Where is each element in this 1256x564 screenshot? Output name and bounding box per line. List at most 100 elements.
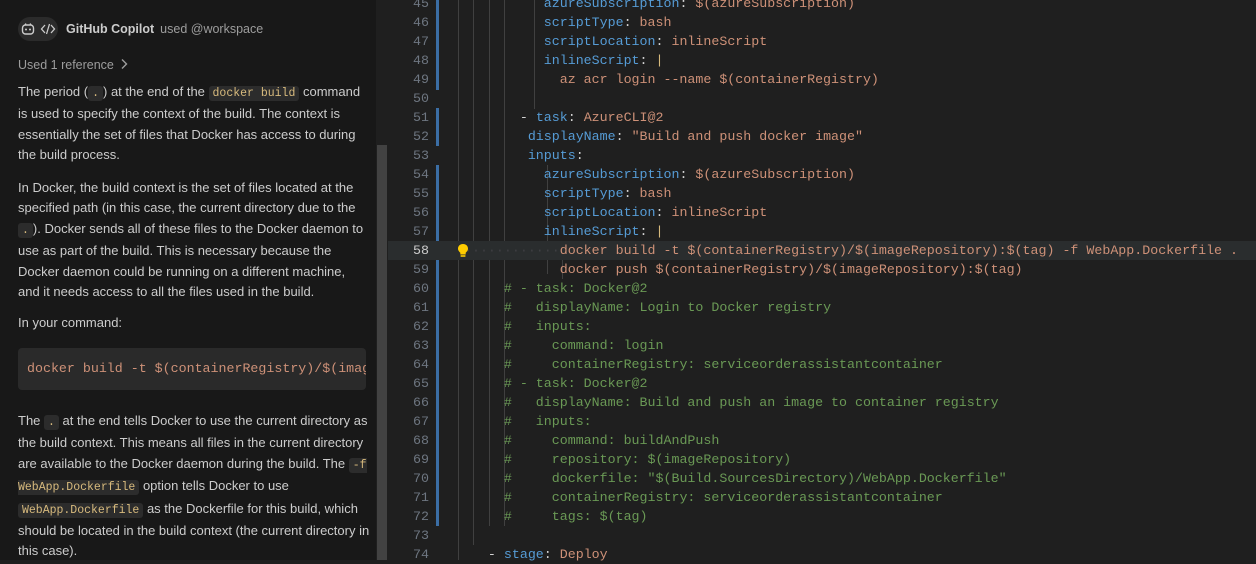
chat-scrollbar[interactable] (376, 0, 388, 560)
chat-paragraph-1: The period (.) at the end of the docker … (18, 82, 370, 166)
inline-code: . (88, 86, 103, 101)
code-line-68[interactable]: 68 # command: buildAndPush (388, 431, 1256, 450)
line-code: # displayName: Login to Docker registry (503, 300, 832, 315)
code-line-74[interactable]: 74 - stage: Deploy (388, 545, 1256, 564)
line-number: 55 (413, 186, 429, 201)
line-code: scriptLocation: inlineScript (543, 205, 768, 220)
inline-code: docker build (208, 86, 300, 101)
line-number: 72 (413, 509, 429, 524)
code-line-61[interactable]: 61 # displayName: Login to Docker regist… (388, 298, 1256, 317)
line-code: # inputs: (503, 414, 592, 429)
line-number: 73 (413, 528, 429, 543)
code-line-64[interactable]: 64 # containerRegistry: serviceorderassi… (388, 355, 1256, 374)
text: ). Docker sends all of these files to th… (18, 220, 364, 300)
code-line-54[interactable]: 54 azureSubscription: $(azureSubscriptio… (388, 165, 1256, 184)
code-line-70[interactable]: 70 # dockerfile: "$(Build.SourcesDirecto… (388, 469, 1256, 488)
line-number: 56 (413, 205, 429, 220)
code-line-71[interactable]: 71 # containerRegistry: serviceorderassi… (388, 488, 1256, 507)
chat-author-name: GitHub Copilot (66, 22, 155, 36)
code-line-69[interactable]: 69 # repository: $(imageRepository) (388, 450, 1256, 469)
chat-paragraph-2: In Docker, the build context is the set … (18, 178, 370, 302)
inline-code: . (44, 415, 59, 430)
inline-code: . (18, 222, 33, 238)
text: option tells Docker to use (139, 478, 289, 494)
code-line-72[interactable]: 72 # tags: $(tag) (388, 507, 1256, 526)
line-code: # displayName: Build and push an image t… (503, 395, 999, 410)
code-line-67[interactable]: 67 # inputs: (388, 412, 1256, 431)
line-number: 49 (413, 72, 429, 87)
used-references-label: Used 1 reference (18, 58, 114, 72)
line-number: 46 (413, 15, 429, 30)
line-code: - stage: Deploy (487, 547, 608, 562)
lightbulb-icon[interactable] (456, 243, 470, 258)
line-number: 64 (413, 357, 429, 372)
line-number: 62 (413, 319, 429, 334)
code-line-57[interactable]: 57 inlineScript: | (388, 222, 1256, 241)
line-number: 45 (413, 0, 429, 11)
chevron-right-icon (120, 57, 128, 73)
text: at the end tells Docker to use the curre… (18, 413, 368, 471)
chat-code-block[interactable]: docker build -t $(containerRegistry)/$(i… (18, 348, 366, 390)
line-code: # - task: Docker@2 (503, 376, 648, 391)
code-line-66[interactable]: 66 # displayName: Build and push an imag… (388, 393, 1256, 412)
line-number: 57 (413, 224, 429, 239)
line-number: 66 (413, 395, 429, 410)
copilot-chat-panel: GitHub Copilot used @workspace Used 1 re… (0, 0, 376, 560)
line-code: # tags: $(tag) (503, 509, 648, 524)
code-line-63[interactable]: 63 # command: login (388, 336, 1256, 355)
code-line-62[interactable]: 62 # inputs: (388, 317, 1256, 336)
code-line-73[interactable]: 73 (388, 526, 1256, 545)
line-number: 67 (413, 414, 429, 429)
used-references-toggle[interactable]: Used 1 reference (18, 57, 128, 73)
line-code: scriptType: bash (543, 15, 672, 30)
line-number: 60 (413, 281, 429, 296)
line-number: 50 (413, 91, 429, 106)
line-code: azureSubscription: $(azureSubscription) (543, 167, 855, 182)
code-line-45[interactable]: 45 azureSubscription: $(azureSubscriptio… (388, 0, 1256, 13)
text: ) at the end of the (103, 84, 209, 99)
code-line-47[interactable]: 47 scriptLocation: inlineScript (388, 32, 1256, 51)
scrollbar-thumb[interactable] (377, 145, 387, 560)
line-code: # command: login (503, 338, 664, 353)
code-line-48[interactable]: 48 inlineScript: | (388, 51, 1256, 70)
line-code: # inputs: (503, 319, 592, 334)
code-line-55[interactable]: 55 scriptType: bash (388, 184, 1256, 203)
line-number: 59 (413, 262, 429, 277)
code-line-60[interactable]: 60 # - task: Docker@2 (388, 279, 1256, 298)
code-line-58[interactable]: 58 ·············docker build -t $(contain… (388, 241, 1256, 260)
line-number: 61 (413, 300, 429, 315)
code-editor[interactable]: 45 azureSubscription: $(azureSubscriptio… (388, 0, 1256, 562)
code-line-53[interactable]: 53 inputs: (388, 146, 1256, 165)
line-code: # containerRegistry: serviceorderassista… (503, 490, 943, 505)
code-icon (38, 17, 58, 41)
line-number: 47 (413, 34, 429, 49)
text: In Docker, the build context is the set … (18, 180, 356, 216)
line-number: 51 (413, 110, 429, 125)
line-number: 69 (413, 452, 429, 467)
code-line-49[interactable]: 49 az acr login --name $(containerRegist… (388, 70, 1256, 89)
line-number: 74 (413, 547, 429, 562)
chat-paragraph-3: In your command: (18, 315, 123, 330)
line-code: ·············docker build -t $(container… (456, 243, 1238, 258)
code-line-56[interactable]: 56 scriptLocation: inlineScript (388, 203, 1256, 222)
line-code: az acr login --name $(containerRegistry) (559, 72, 879, 87)
chat-paragraph-4: The . at the end tells Docker to use the… (18, 411, 370, 560)
code-line-65[interactable]: 65 # - task: Docker@2 (388, 374, 1256, 393)
line-number: 48 (413, 53, 429, 68)
line-number: 63 (413, 338, 429, 353)
code-line-59[interactable]: 59 docker push $(containerRegistry)/$(im… (388, 260, 1256, 279)
code-line-52[interactable]: 52 displayName: "Build and push docker i… (388, 127, 1256, 146)
code-line-46[interactable]: 46 scriptType: bash (388, 13, 1256, 32)
copilot-icon (18, 17, 38, 41)
line-code: displayName: "Build and push docker imag… (527, 129, 863, 144)
line-code: scriptType: bash (543, 186, 672, 201)
code-line-51[interactable]: 51 - task: AzureCLI@2 (388, 108, 1256, 127)
code-line-50[interactable]: 50 (388, 89, 1256, 108)
line-code: # dockerfile: "$(Build.SourcesDirectory)… (503, 471, 1007, 486)
chat-author-agent: used @workspace (160, 22, 264, 36)
line-code: inlineScript: | (543, 53, 664, 68)
line-code: scriptLocation: inlineScript (543, 34, 768, 49)
line-number: 52 (413, 129, 429, 144)
line-code: # containerRegistry: serviceorderassista… (503, 357, 943, 372)
line-number: 53 (413, 148, 429, 163)
